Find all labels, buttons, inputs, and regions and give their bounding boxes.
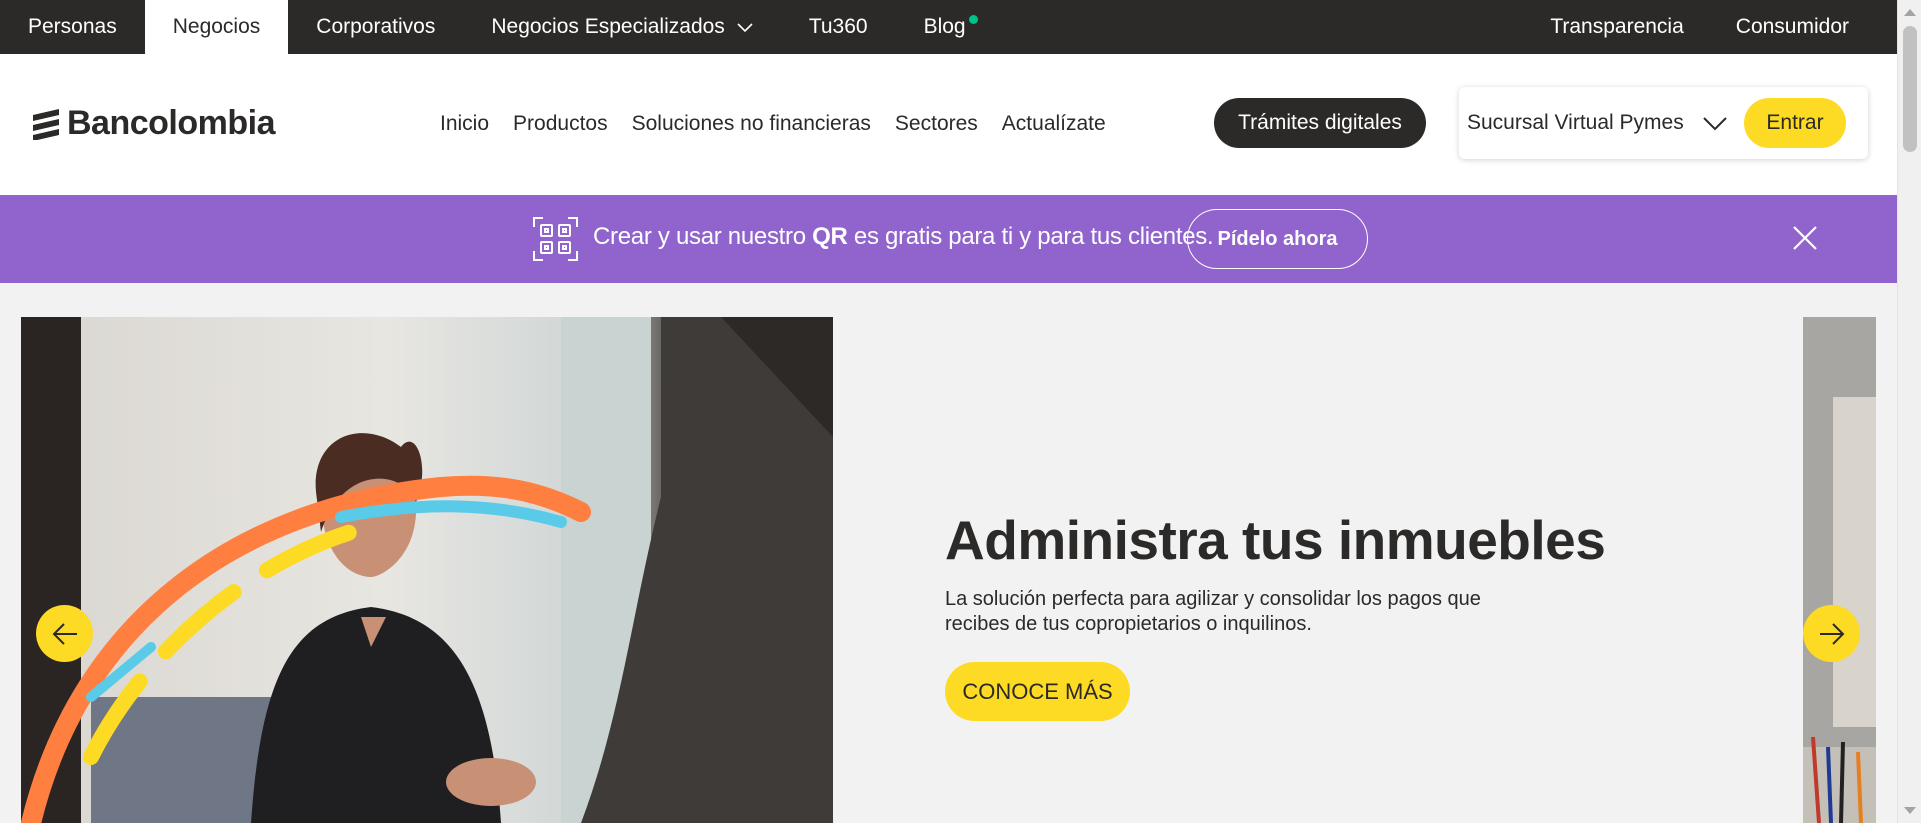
tab-label: Personas bbox=[28, 15, 117, 38]
arrow-right-icon bbox=[1819, 622, 1844, 645]
button-label: Entrar bbox=[1766, 111, 1824, 134]
tab-label: Negocios Especializados bbox=[491, 15, 725, 38]
logo-icon bbox=[33, 108, 59, 140]
hero-photo-illustration bbox=[21, 317, 833, 823]
tab-label: Negocios bbox=[172, 15, 261, 38]
promo-text-part: es gratis para ti y para tus clientes. bbox=[847, 223, 1214, 250]
nav-actualizate[interactable]: Actualízate bbox=[1002, 112, 1106, 136]
top-nav-bar: Personas Negocios Corporativos Negocios … bbox=[0, 0, 1897, 54]
qr-code-icon bbox=[533, 217, 578, 261]
tramites-digitales-button[interactable]: Trámites digitales bbox=[1214, 98, 1426, 148]
tab-negocios[interactable]: Negocios bbox=[144, 0, 289, 54]
scroll-down-arrow-icon[interactable] bbox=[1904, 807, 1916, 814]
bancolombia-logo[interactable]: Bancolombia bbox=[31, 104, 275, 143]
entrar-button[interactable]: Entrar bbox=[1744, 98, 1846, 148]
tab-corporativos[interactable]: Corporativos bbox=[288, 0, 463, 54]
tab-label: Consumidor bbox=[1735, 15, 1849, 38]
nav-sectores[interactable]: Sectores bbox=[895, 112, 978, 136]
tab-personas[interactable]: Personas bbox=[0, 0, 145, 54]
next-slide-peek bbox=[1803, 317, 1876, 823]
tab-tu360[interactable]: Tu360 bbox=[781, 0, 896, 54]
nav-inicio[interactable]: Inicio bbox=[440, 112, 489, 136]
tab-negocios-especializados[interactable]: Negocios Especializados bbox=[463, 0, 780, 54]
login-box: Sucursal Virtual Pymes Entrar bbox=[1459, 87, 1868, 159]
page-scrollbar[interactable] bbox=[1897, 0, 1921, 823]
hero-carousel: Administra tus inmuebles La solución per… bbox=[0, 283, 1897, 823]
tab-consumidor[interactable]: Consumidor bbox=[1710, 0, 1875, 54]
nav-soluciones[interactable]: Soluciones no financieras bbox=[632, 112, 871, 136]
peek-photo-illustration bbox=[1803, 317, 1876, 823]
scrollbar-thumb[interactable] bbox=[1903, 26, 1917, 152]
notification-dot bbox=[968, 15, 978, 24]
promo-text-bold: QR bbox=[812, 223, 848, 250]
button-label: CONOCE MÁS bbox=[962, 678, 1113, 704]
logo-text: Bancolombia bbox=[67, 104, 275, 142]
chevron-down-icon bbox=[1702, 117, 1727, 131]
nav-productos[interactable]: Productos bbox=[513, 112, 608, 136]
tab-label: Tu360 bbox=[808, 15, 868, 38]
hero-image bbox=[21, 317, 833, 823]
promo-text: Crear y usar nuestro QR es gratis para t… bbox=[593, 223, 1214, 251]
tab-transparencia[interactable]: Transparencia bbox=[1524, 0, 1709, 54]
tab-label: Blog bbox=[923, 15, 966, 38]
tab-label: Corporativos bbox=[316, 15, 436, 38]
hero-description: La solución perfecta para agilizar y con… bbox=[945, 588, 1481, 635]
close-icon[interactable] bbox=[1790, 223, 1820, 253]
branch-select[interactable]: Sucursal Virtual Pymes bbox=[1467, 87, 1728, 159]
hero-title: Administra tus inmuebles bbox=[945, 509, 1606, 571]
branch-select-value: Sucursal Virtual Pymes bbox=[1467, 111, 1684, 134]
tab-label: Transparencia bbox=[1550, 15, 1684, 38]
button-label: Pídelo ahora bbox=[1217, 227, 1338, 250]
main-header: Bancolombia Inicio Productos Soluciones … bbox=[0, 54, 1897, 195]
pidelo-ahora-button[interactable]: Pídelo ahora bbox=[1187, 209, 1368, 269]
promo-text-part: Crear y usar nuestro bbox=[593, 223, 813, 250]
conoce-mas-button[interactable]: CONOCE MÁS bbox=[945, 662, 1130, 721]
scroll-up-arrow-icon[interactable] bbox=[1904, 9, 1916, 16]
carousel-next-button[interactable] bbox=[1803, 605, 1860, 662]
chevron-down-icon bbox=[737, 23, 753, 33]
promo-banner: Crear y usar nuestro QR es gratis para t… bbox=[0, 195, 1897, 283]
arrow-left-icon bbox=[52, 622, 77, 645]
carousel-prev-button[interactable] bbox=[36, 605, 93, 662]
main-nav: Inicio Productos Soluciones no financier… bbox=[440, 112, 1106, 136]
tab-blog[interactable]: Blog bbox=[896, 0, 994, 54]
button-label: Trámites digitales bbox=[1238, 111, 1402, 134]
